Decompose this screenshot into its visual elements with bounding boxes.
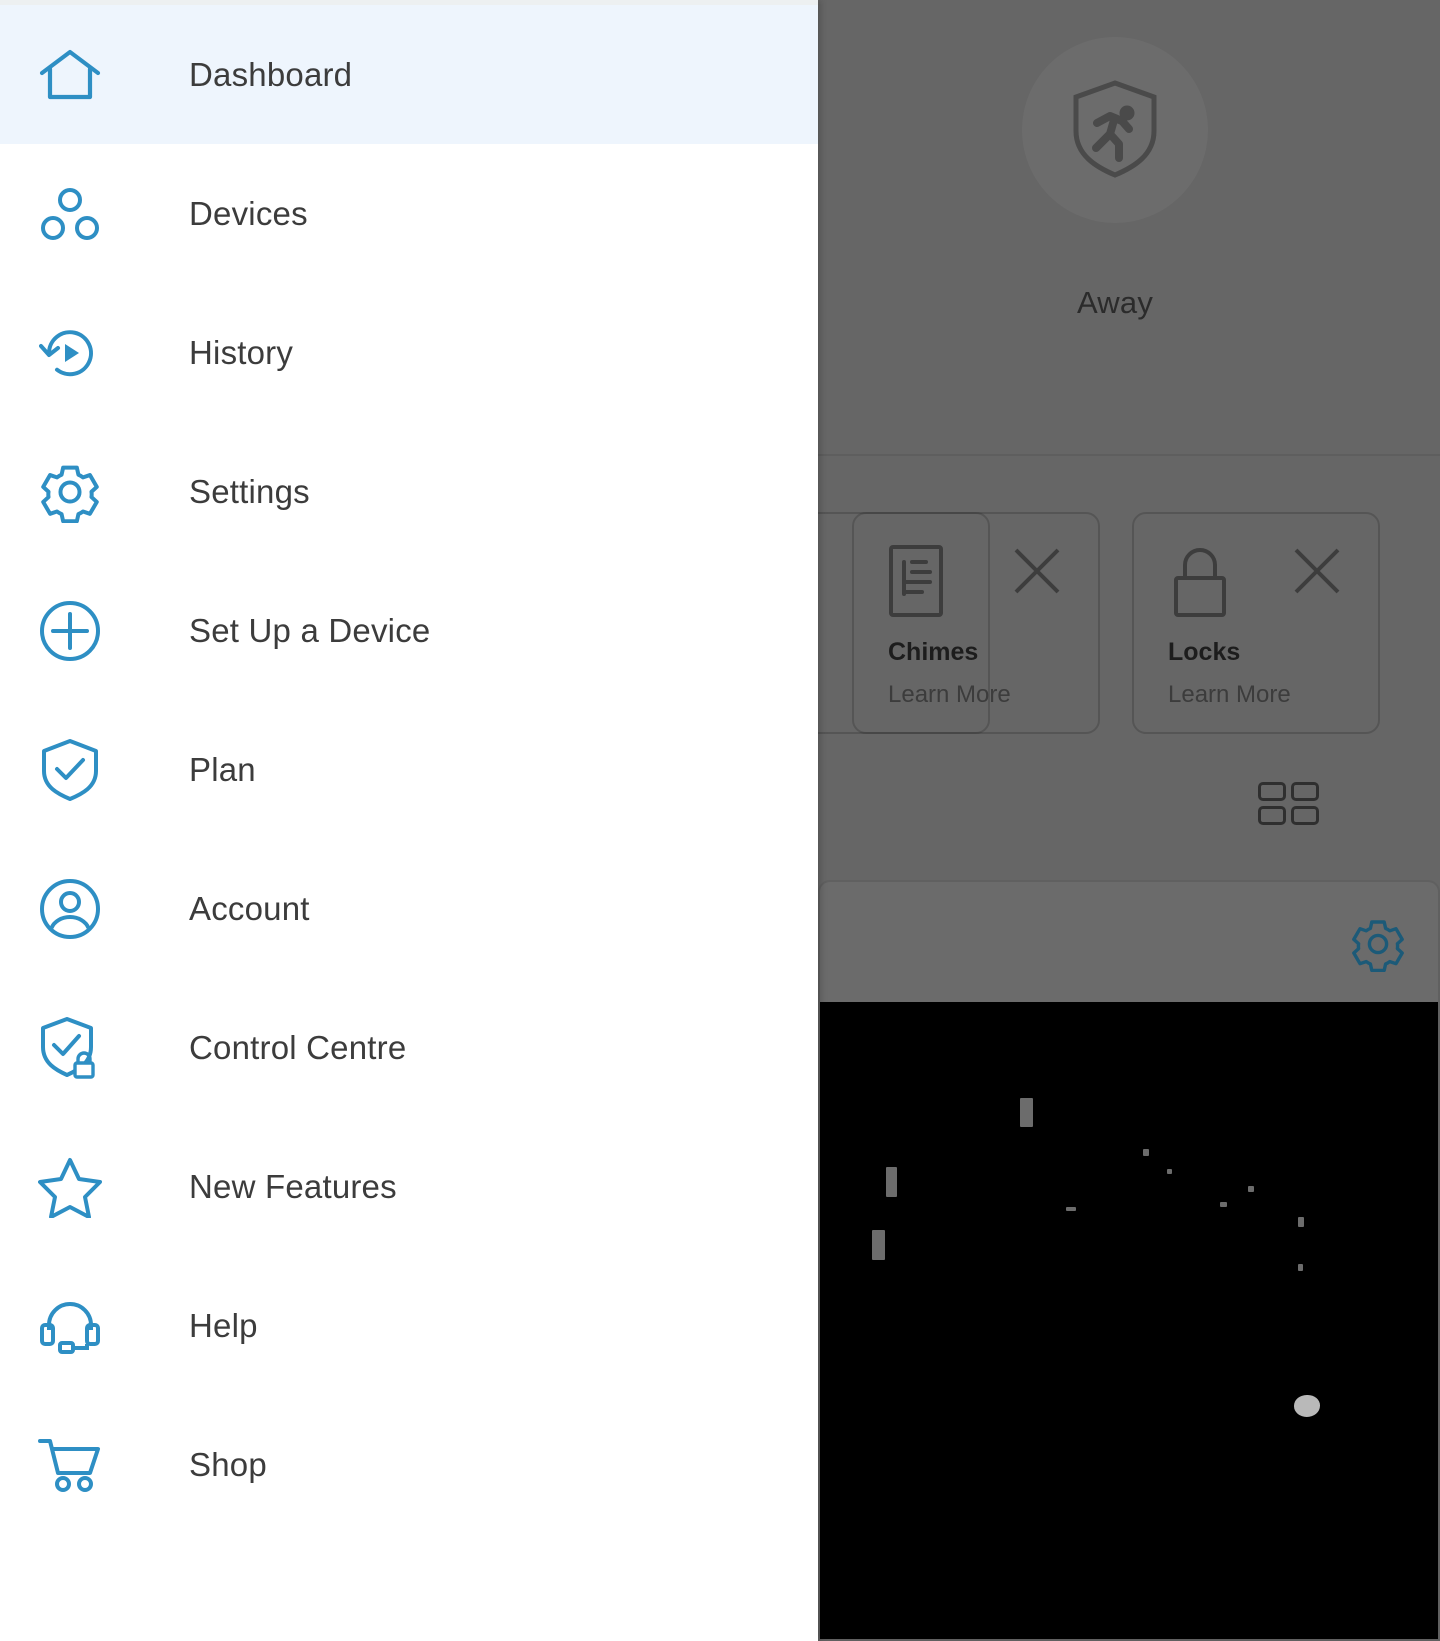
app-root: Away Chimes Learn More Locks Learn More … [0, 0, 1440, 1641]
camera-live-feed[interactable] [820, 1002, 1438, 1639]
sidebar-item-label: Control Centre [189, 1028, 407, 1066]
grid-cell [1258, 782, 1286, 801]
sidebar-item-label: Settings [189, 472, 310, 510]
promo-card-locks[interactable]: Locks Learn More [1132, 512, 1380, 734]
promo-card-title: Locks [1168, 638, 1241, 666]
sidebar-item-plan[interactable]: Plan [0, 700, 818, 839]
sidebar-item-label: Dashboard [189, 55, 353, 93]
user-circle-icon [38, 877, 102, 941]
promo-card-link[interactable]: Learn More [1168, 681, 1344, 709]
sidebar-item-label: New Features [189, 1167, 397, 1205]
feed-highlight [1298, 1217, 1304, 1227]
shield-check-icon [38, 738, 102, 802]
sidebar-item-label: Shop [189, 1445, 267, 1483]
feed-highlight [1066, 1207, 1076, 1211]
sidebar-item-label: History [189, 333, 294, 371]
home-icon [38, 43, 102, 107]
sidebar-item-history[interactable]: History [0, 283, 818, 422]
shopping-cart-icon [38, 1433, 102, 1497]
feed-highlight [1248, 1186, 1254, 1192]
sidebar-item-shop[interactable]: Shop [0, 1395, 818, 1534]
sidebar-item-settings[interactable]: Settings [0, 422, 818, 561]
feed-highlight [886, 1167, 897, 1197]
sidebar-item-control-centre[interactable]: Control Centre [0, 978, 818, 1117]
sidebar-item-label: Plan [189, 750, 256, 788]
gear-icon [38, 460, 102, 524]
promo-card-title: Chimes [888, 638, 979, 666]
shield-lock-icon [38, 1016, 102, 1080]
sidebar-item-new-features[interactable]: New Features [0, 1117, 818, 1256]
padlock-icon [1168, 544, 1232, 623]
sidebar-item-dashboard[interactable]: Dashboard [0, 5, 818, 144]
sidebar-item-account[interactable]: Account [0, 839, 818, 978]
sidebar-item-label: Help [189, 1306, 258, 1344]
close-icon[interactable] [1290, 544, 1344, 603]
navigation-drawer: Dashboard Devices History Settings Set U… [0, 0, 818, 1641]
camera-panel[interactable] [818, 880, 1440, 1641]
history-icon [38, 321, 102, 385]
mode-circle[interactable] [1022, 37, 1208, 223]
close-icon[interactable] [1010, 544, 1064, 603]
sidebar-item-set-up-a-device[interactable]: Set Up a Device [0, 561, 818, 700]
sidebar-item-label: Devices [189, 194, 308, 232]
feed-highlight [1143, 1149, 1149, 1156]
feed-highlight [1167, 1169, 1172, 1174]
nav-list: Dashboard Devices History Settings Set U… [0, 5, 818, 1534]
shield-running-person-icon [1067, 76, 1163, 185]
grid-view-icon[interactable] [1258, 782, 1319, 825]
gear-icon[interactable] [1350, 916, 1406, 977]
mode-label: Away [1076, 285, 1154, 320]
sidebar-item-help[interactable]: Help [0, 1256, 818, 1395]
star-icon [38, 1155, 102, 1219]
plus-circle-icon [38, 599, 102, 663]
feed-highlight [872, 1230, 885, 1260]
feed-highlight [1020, 1098, 1033, 1127]
grid-cell [1258, 806, 1286, 825]
headset-icon [38, 1294, 102, 1358]
promo-card-chimes[interactable]: Chimes Learn More [852, 512, 1100, 734]
sidebar-item-devices[interactable]: Devices [0, 144, 818, 283]
feed-light-source [1294, 1395, 1320, 1417]
sidebar-item-label: Account [189, 889, 310, 927]
feed-highlight [1298, 1264, 1303, 1271]
devices-icon [38, 182, 102, 246]
feed-highlight [1220, 1202, 1227, 1207]
sidebar-item-label: Set Up a Device [189, 611, 431, 649]
grid-cell [1291, 806, 1319, 825]
promo-card-link[interactable]: Learn More [888, 681, 1064, 709]
mode-tile-away[interactable]: Away [1018, 37, 1212, 337]
grid-cell [1291, 782, 1319, 801]
chime-document-icon [888, 544, 944, 623]
